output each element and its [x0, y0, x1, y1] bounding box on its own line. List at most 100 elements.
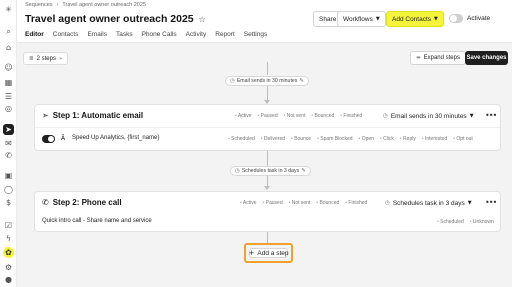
expand-steps-button[interactable]: ⇹ Expand steps	[410, 51, 466, 65]
clock-icon: ◷	[383, 113, 388, 119]
connector-line	[267, 232, 268, 243]
delay-1-label: Email sends in 30 minutes	[236, 78, 298, 84]
step-1-schedule: Email sends in 30 minutes	[390, 112, 467, 120]
chat-icon[interactable]: ◯	[3, 184, 14, 195]
steps-count-label: 2 steps	[36, 55, 56, 62]
add-step-label: Add a step	[257, 249, 289, 257]
stat-scheduled: Scheduled	[228, 136, 255, 142]
step-1-card[interactable]: ➣ Step 1: Automatic email Active Paused …	[34, 104, 501, 151]
phone-icon: ✆	[42, 198, 49, 207]
star-icon[interactable]: ☆	[199, 15, 206, 24]
share-button-label: Share	[319, 15, 337, 23]
arrow-down-icon	[264, 186, 270, 190]
chevron-down-icon: ▼	[434, 16, 438, 22]
clock-icon: ◷	[385, 200, 390, 206]
lists-icon[interactable]: ☰	[3, 91, 14, 102]
stat-delivered: Delivered	[261, 136, 285, 142]
stat-spam-blocked: Spam Blocked	[317, 136, 352, 142]
add-contacts-button-label: Add Contacts	[392, 15, 432, 23]
email-stats: Scheduled Delivered Bounce Spam Blocked …	[228, 136, 473, 142]
step-2-card[interactable]: ✆ Step 2: Phone call Active Paused Not s…	[34, 191, 501, 232]
stat-reply: Reply	[400, 136, 416, 142]
task-stats: Scheduled Unknown	[437, 219, 494, 225]
meetings-icon[interactable]: ▣	[3, 170, 14, 181]
stat-bounced: Bounced	[311, 113, 335, 119]
sequences-icon[interactable]: ➤	[3, 124, 14, 135]
send-icon: ➣	[42, 111, 49, 120]
steps-count-pill[interactable]: ≣ 2 steps »	[23, 52, 69, 65]
chevrons-right-icon: »	[58, 55, 63, 62]
add-step-button[interactable]: + Add a step	[249, 248, 288, 258]
step-1-title: Step 1: Automatic email	[52, 111, 144, 120]
dollar-icon[interactable]: $	[3, 197, 14, 208]
chevron-down-icon: ▼	[467, 200, 472, 206]
email-subject[interactable]: Speed Up Analytics, {first_name}	[72, 135, 159, 141]
assistant-icon[interactable]: ✿	[3, 247, 14, 258]
a-b-test-icon: Ă	[61, 135, 66, 142]
settings-icon[interactable]: ⚙	[3, 262, 14, 273]
card-divider	[35, 127, 500, 128]
activate-toggle[interactable]	[449, 14, 463, 23]
more-icon[interactable]: •••	[485, 111, 497, 120]
stat-active: Active	[240, 200, 257, 206]
workflows-button[interactable]: Workflows ▼	[337, 11, 386, 27]
connector-line	[267, 86, 268, 100]
companies-icon[interactable]: ▦	[3, 77, 14, 88]
stat-not-sent: Not sent	[289, 200, 311, 206]
stat-unknown: Unknown	[470, 219, 494, 225]
delay-2-label: Schedules task in 3 days	[241, 168, 300, 174]
mail-icon[interactable]: ✉	[3, 138, 14, 149]
add-contacts-button[interactable]: Add Contacts ▼	[386, 11, 444, 27]
breadcrumb-parent[interactable]: Sequences	[25, 2, 53, 8]
delay-pill-2[interactable]: ◷ Schedules task in 3 days ✎	[230, 166, 311, 176]
task-description[interactable]: Quick intro call - Share name and servic…	[42, 218, 152, 224]
activate-label: Activate	[467, 15, 491, 22]
step-2-title: Step 2: Phone call	[52, 198, 122, 207]
step-1-schedule-select[interactable]: ◷ Email sends in 30 minutes ▼	[383, 110, 474, 122]
people-icon[interactable]: ☺	[3, 62, 14, 73]
save-changes-button[interactable]: Save changes	[465, 51, 508, 65]
stat-paused: Paused	[263, 200, 283, 206]
stat-paused: Paused	[258, 113, 278, 119]
eye-off-icon[interactable]: ◎	[3, 103, 14, 114]
step-2-schedule-select[interactable]: ◷ Schedules task in 3 days ▼	[385, 197, 472, 209]
clock-icon: ◷	[230, 78, 235, 84]
phone-icon[interactable]: ✆	[3, 150, 14, 161]
chevron-down-icon: ▼	[469, 113, 474, 119]
home-icon[interactable]: ⌂	[3, 42, 14, 53]
profile-icon[interactable]: ●	[3, 274, 14, 285]
lightning-icon[interactable]: ϟ	[3, 233, 14, 244]
add-step-highlight: + Add a step	[244, 243, 293, 263]
step-1-stats: Active Paused Not sent Bounced Finished	[235, 113, 362, 119]
connector-line	[267, 62, 268, 75]
stat-bounced: Bounced	[316, 200, 340, 206]
delay-pill-1[interactable]: ◷ Email sends in 30 minutes ✎	[225, 76, 309, 86]
more-icon[interactable]: •••	[485, 198, 497, 207]
page-title: Travel agent owner outreach 2025	[25, 13, 194, 25]
edit-icon: ✎	[299, 78, 304, 84]
expand-icon: ⇹	[416, 55, 421, 61]
stat-open: Open	[359, 136, 374, 142]
email-variant-toggle[interactable]	[42, 135, 55, 143]
search-icon[interactable]: ⌕	[3, 26, 14, 37]
expand-steps-label: Expand steps	[423, 55, 460, 61]
stat-click: Click	[380, 136, 394, 142]
breadcrumb-separator: ›	[56, 2, 59, 8]
clock-icon: ◷	[235, 168, 240, 174]
step-2-schedule: Schedules task in 3 days	[392, 199, 465, 207]
workflows-button-label: Workflows	[343, 15, 373, 23]
plus-icon: +	[248, 249, 255, 257]
stat-opt-out: Opt out	[453, 136, 472, 142]
stat-finished: Finished	[340, 113, 362, 119]
breadcrumb: Sequences › Travel agent owner outreach …	[25, 2, 146, 8]
connector-line	[267, 151, 268, 166]
logo-icon[interactable]: ✳	[3, 4, 14, 15]
connector-line	[267, 176, 268, 186]
stat-bounce: Bounce	[291, 136, 311, 142]
list-icon: ≣	[29, 55, 34, 62]
stat-active: Active	[235, 113, 252, 119]
stat-scheduled: Scheduled	[437, 219, 464, 225]
tasks-icon[interactable]: ☑	[3, 220, 14, 231]
stat-not-sent: Not sent	[284, 113, 306, 119]
chevron-down-icon: ▼	[375, 16, 380, 22]
